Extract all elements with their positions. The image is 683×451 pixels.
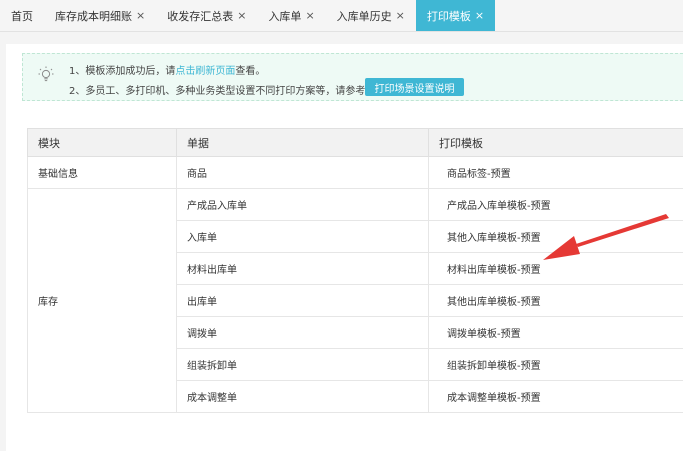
template-cell[interactable]: 其他出库单模板-预置 (428, 285, 683, 317)
document-cell: 材料出库单 (176, 253, 428, 285)
document-cell: 入库单 (176, 221, 428, 253)
tab-label: 首页 (11, 9, 33, 23)
document-cell: 出库单 (176, 285, 428, 317)
template-cell[interactable]: 调拨单模板-预置 (428, 317, 683, 349)
notice-box: 1、模板添加成功后，请点击刷新页面查看。 2、多员工、多打印机、多种业务类型设置… (22, 53, 683, 101)
template-cell[interactable]: 组装拆卸单模板-预置 (428, 349, 683, 381)
document-cell: 调拨单 (176, 317, 428, 349)
template-cell[interactable]: 产成品入库单模板-预置 (428, 189, 683, 221)
template-cell[interactable]: 其他入库单模板-预置 (428, 221, 683, 253)
lightbulb-icon (38, 66, 54, 82)
close-icon[interactable]: × (305, 9, 314, 22)
close-icon[interactable]: × (396, 9, 405, 22)
tab-home[interactable]: 首页 (0, 0, 44, 31)
document-cell: 组装拆卸单 (176, 349, 428, 381)
tab-label: 入库单 (268, 9, 302, 23)
document-cell: 商品 (176, 157, 428, 189)
tab-stock-summary[interactable]: 收发存汇总表 × (156, 0, 257, 31)
document-cell: 成本调整单 (176, 381, 428, 413)
notice-line-2: 2、多员工、多打印机、多种业务类型设置不同打印方案等，请参考 (69, 86, 366, 97)
tab-label: 打印模板 (426, 9, 471, 23)
tab-label: 库存成本明细账 (55, 9, 132, 23)
close-icon[interactable]: × (237, 9, 246, 22)
tab-bar: 首页 库存成本明细账 × 收发存汇总表 × 入库单 × 入库单历史 × 打印模板 × (0, 0, 683, 32)
module-cell: 库存 (27, 189, 176, 413)
print-scene-guide-button[interactable]: 打印场景设置说明 (365, 78, 464, 96)
tab-print-template[interactable]: 打印模板 × (415, 0, 496, 31)
header-document: 单据 (176, 128, 428, 157)
tab-inventory-cost-ledger[interactable]: 库存成本明细账 × (44, 0, 156, 31)
tab-inbound-order[interactable]: 入库单 × (257, 0, 325, 31)
template-cell[interactable]: 成本调整单模板-预置 (428, 381, 683, 413)
document-cell: 产成品入库单 (176, 189, 428, 221)
refresh-page-link[interactable]: 点击刷新页面 (175, 66, 235, 77)
template-cell[interactable]: 商品标签-预置 (428, 157, 683, 189)
notice-text: 1、模板添加成功后，请 (69, 66, 176, 77)
tab-label: 入库单历史 (336, 9, 392, 23)
notice-line-1: 1、模板添加成功后，请点击刷新页面查看。 (69, 62, 265, 77)
tab-inbound-history[interactable]: 入库单历史 × (326, 0, 416, 31)
module-cell: 基础信息 (27, 157, 176, 189)
header-template: 打印模板 (428, 128, 683, 157)
close-icon[interactable]: × (136, 9, 145, 22)
template-cell[interactable]: 材料出库单模板-预置 (428, 253, 683, 285)
close-icon[interactable]: × (475, 9, 484, 22)
header-module: 模块 (27, 128, 176, 157)
notice-text: 查看。 (235, 66, 266, 77)
tab-label: 收发存汇总表 (167, 9, 234, 23)
